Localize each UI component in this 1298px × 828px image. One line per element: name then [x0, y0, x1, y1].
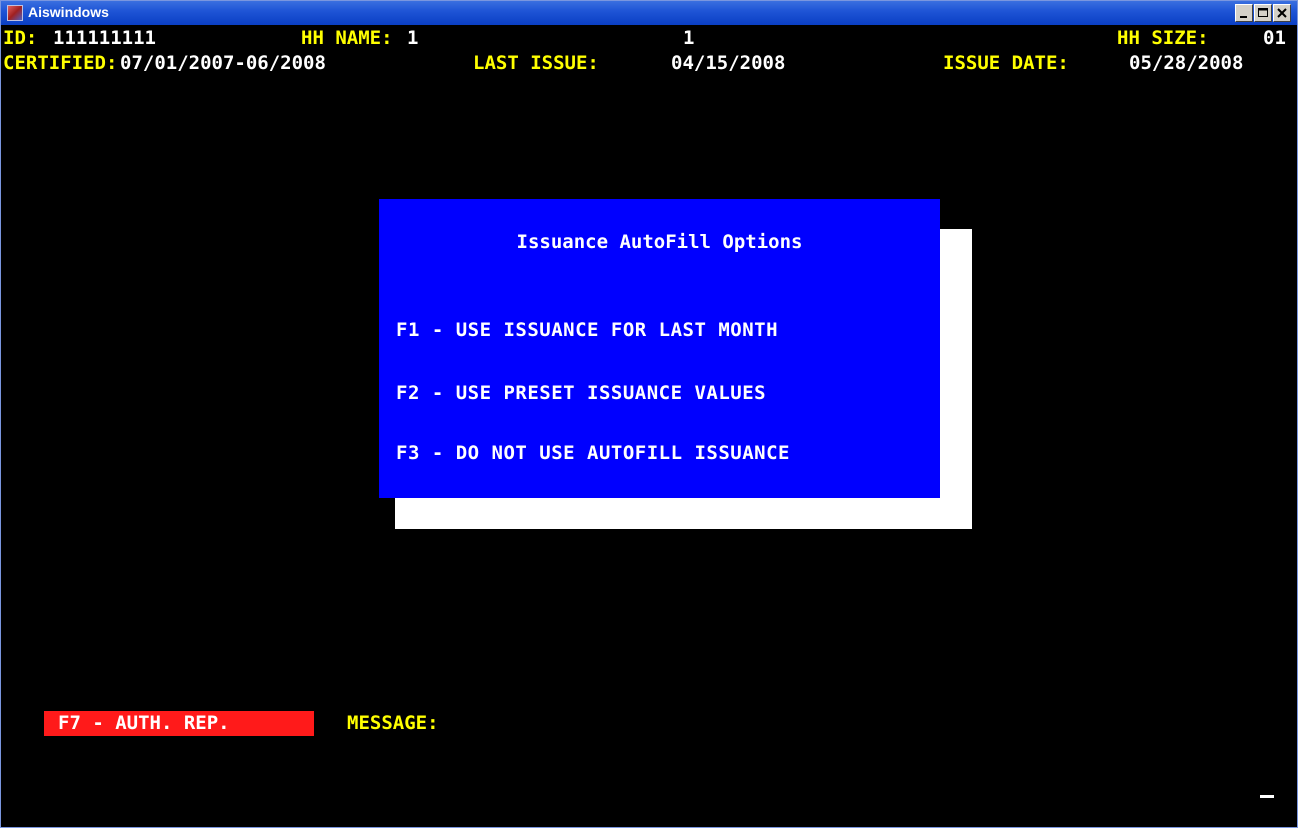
app-icon[interactable]	[7, 5, 23, 21]
option-f3[interactable]: F3 - DO NOT USE AUTOFILL ISSUANCE	[396, 442, 790, 464]
id-value: 111111111	[53, 27, 156, 49]
certified-label: CERTIFIED:	[3, 52, 118, 74]
id-label: ID:	[3, 27, 38, 49]
window-title: Aiswindows	[28, 4, 109, 20]
close-icon	[1277, 8, 1287, 18]
close-button[interactable]	[1273, 4, 1291, 22]
certified-value: 07/01/2007-06/2008	[120, 52, 326, 74]
issue-date-label: ISSUE DATE:	[943, 52, 1069, 74]
hh-name-value: 1	[407, 27, 419, 49]
hh-name-label: HH NAME:	[301, 27, 393, 49]
f7-auth-rep-button[interactable]: F7 - AUTH. REP.	[44, 711, 314, 736]
minimize-button[interactable]	[1235, 4, 1253, 22]
title-bar[interactable]: Aiswindows	[1, 1, 1297, 25]
minimize-icon	[1240, 16, 1247, 18]
window-controls	[1234, 4, 1291, 22]
app-window: Aiswindows ID: 111111111 HH NAME: 1 1 HH…	[0, 0, 1298, 828]
hh-name-value-2: 1	[683, 27, 695, 49]
hh-size-label: HH SIZE:	[1117, 27, 1209, 49]
option-f1[interactable]: F1 - USE ISSUANCE FOR LAST MONTH	[396, 319, 778, 341]
maximize-button[interactable]	[1254, 4, 1272, 22]
message-label: MESSAGE:	[347, 712, 439, 734]
maximize-icon	[1258, 8, 1268, 17]
last-issue-value: 04/15/2008	[671, 52, 786, 74]
option-f2[interactable]: F2 - USE PRESET ISSUANCE VALUES	[396, 382, 766, 404]
terminal-screen[interactable]: ID: 111111111 HH NAME: 1 1 HH SIZE: 01 C…	[1, 25, 1297, 827]
issue-date-value: 05/28/2008	[1129, 52, 1244, 74]
hh-size-value: 01	[1263, 27, 1286, 49]
autofill-options-dialog: Issuance AutoFill Options F1 - USE ISSUA…	[379, 199, 940, 498]
last-issue-label: LAST ISSUE:	[473, 52, 599, 74]
dialog-title: Issuance AutoFill Options	[516, 231, 803, 253]
text-cursor	[1260, 795, 1274, 798]
